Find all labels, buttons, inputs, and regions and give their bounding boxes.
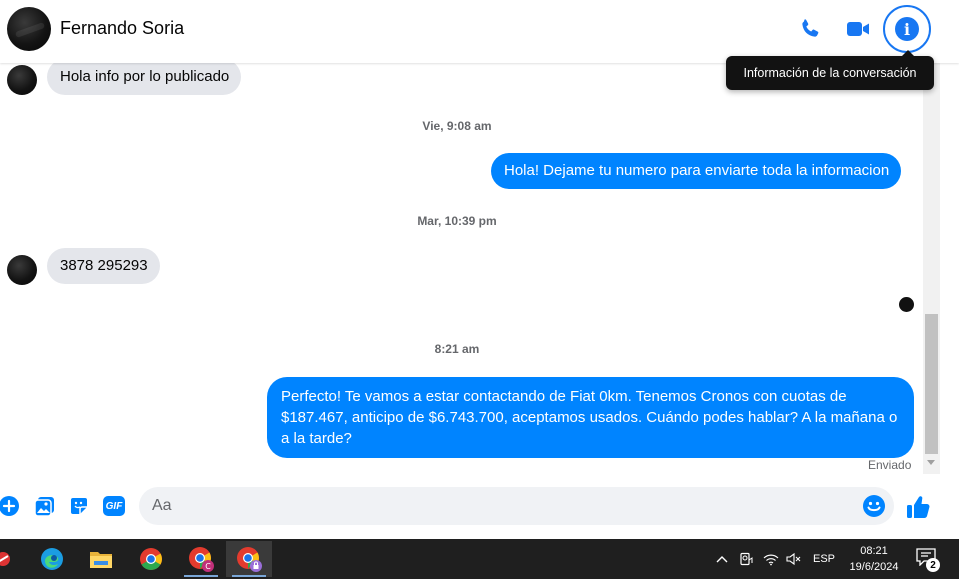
system-clock[interactable]: 08:21 19/6/2024 [846, 543, 902, 575]
phone-call-icon[interactable] [795, 14, 825, 44]
sender-avatar[interactable] [7, 65, 37, 95]
incoming-message[interactable]: 3878 295293 [47, 248, 160, 284]
svg-text:C: C [205, 562, 211, 571]
contact-avatar[interactable] [7, 7, 51, 51]
conversation-info-button[interactable]: i [883, 5, 931, 53]
photo-gallery-icon[interactable] [33, 494, 57, 518]
app-running-indicator [184, 575, 218, 577]
info-icon: i [895, 17, 919, 41]
sticker-icon[interactable] [67, 494, 91, 518]
gif-icon[interactable]: GIF [102, 494, 126, 518]
language-indicator[interactable]: ESP [810, 539, 838, 579]
windows-taskbar: C ESP 08:21 19/6/2024 2 [0, 539, 959, 579]
message-input[interactable] [139, 487, 894, 525]
timestamp: 8:21 am [434, 342, 480, 356]
incoming-message[interactable]: Hola info por lo publicado [47, 59, 242, 95]
app-running-indicator [232, 575, 266, 577]
plus-icon[interactable] [0, 494, 21, 518]
scrollbar-thumb[interactable] [925, 314, 938, 454]
notification-count-badge: 2 [926, 558, 940, 572]
thumbs-up-icon[interactable] [904, 493, 932, 521]
volume-muted-icon[interactable] [784, 539, 804, 579]
outgoing-message[interactable]: Perfecto! Te vamos a estar contactando d… [267, 377, 914, 458]
message-line: Perfecto! Te vamos a estar contactando d… [281, 388, 847, 405]
chrome-profile-active-icon[interactable] [226, 541, 272, 577]
timestamp: Mar, 10:39 pm [417, 214, 497, 228]
clock-time: 08:21 [860, 545, 888, 557]
edge-browser-icon[interactable] [29, 541, 75, 577]
outgoing-message[interactable]: Hola! Dejame tu numero para enviarte tod… [491, 153, 902, 189]
conversation-header: Fernando Soria i [0, 0, 959, 63]
message-line: a la tarde? [281, 430, 352, 447]
emoji-icon[interactable] [862, 494, 886, 518]
wifi-icon[interactable] [761, 539, 781, 579]
gif-label: GIF [103, 496, 125, 516]
scroll-down-arrow-icon[interactable] [927, 460, 935, 465]
chrome-profile-icon[interactable]: C [178, 541, 224, 577]
read-receipt-avatar [899, 297, 914, 312]
message-thread[interactable]: Hola info por lo publicado Vie, 9:08 am … [0, 59, 922, 476]
contact-name[interactable]: Fernando Soria [60, 18, 184, 39]
file-explorer-icon[interactable] [78, 541, 124, 577]
message-line: $187.467, anticipo de $6.743.700, acepta… [281, 409, 898, 426]
chrome-browser-icon[interactable] [128, 541, 174, 577]
camera-tray-icon[interactable] [737, 539, 755, 579]
thread-scrollbar[interactable] [923, 63, 940, 474]
chevron-up-icon[interactable] [712, 539, 732, 579]
message-composer: GIF [0, 476, 959, 539]
conversation-info-tooltip: Información de la conversación [726, 50, 934, 90]
video-call-icon[interactable] [843, 14, 873, 44]
pinned-app-icon[interactable] [0, 541, 20, 577]
sender-avatar[interactable] [7, 255, 37, 285]
clock-date: 19/6/2024 [849, 561, 899, 573]
timestamp: Vie, 9:08 am [422, 119, 492, 133]
messenger-window: Fernando Soria i Información de la conve… [0, 0, 959, 579]
delivery-status: Enviado [868, 458, 912, 472]
